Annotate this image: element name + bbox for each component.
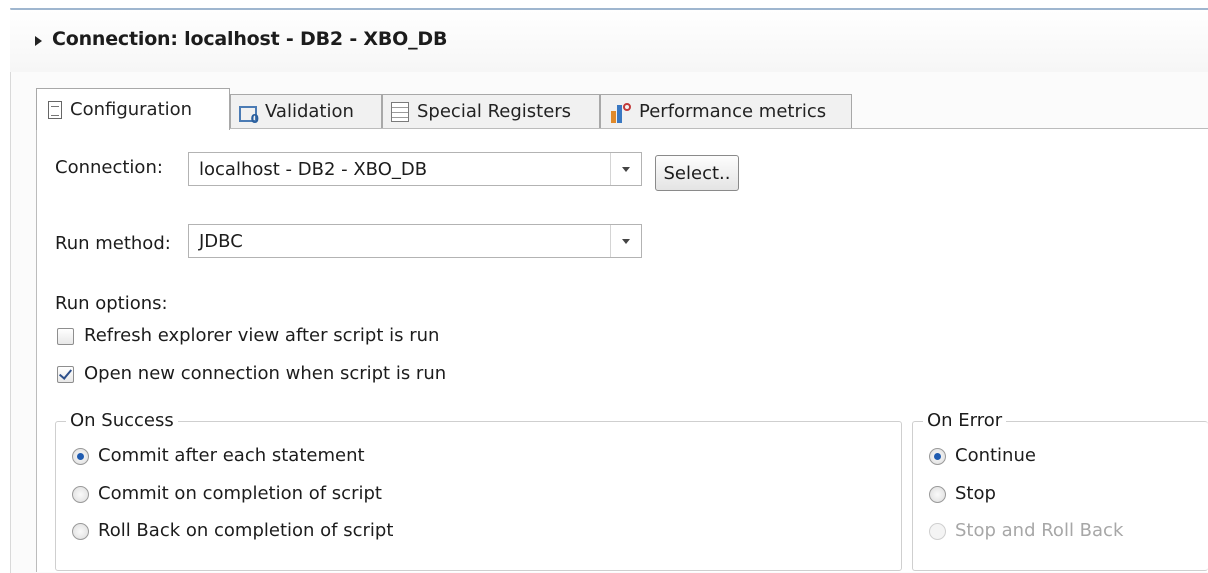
stop-radio[interactable] [929,486,946,503]
rollback-on-completion-radio[interactable] [72,523,89,540]
open-new-connection-label[interactable]: Open new connection when script is run [84,363,446,384]
on-error-legend: On Error [923,410,1007,431]
select-button[interactable]: Select.. [655,155,739,191]
commit-on-completion-radio[interactable] [72,486,89,503]
connection-title: Connection: localhost - DB2 - XBO_DB [52,28,448,50]
rollback-on-completion-label[interactable]: Roll Back on completion of script [98,520,393,541]
document-icon [48,100,62,119]
open-new-connection-checkbox[interactable] [57,366,74,383]
commit-each-statement-label[interactable]: Commit after each statement [98,445,365,466]
connection-section-header[interactable]: Connection: localhost - DB2 - XBO_DB [10,10,1208,72]
chart-icon [609,101,631,123]
continue-radio[interactable] [929,448,946,465]
tab-label: Performance metrics [639,101,827,122]
stop-label[interactable]: Stop [955,483,996,504]
refresh-explorer-checkbox[interactable] [57,328,74,345]
chevron-down-icon[interactable] [610,153,641,185]
refresh-explorer-label[interactable]: Refresh explorer view after script is ru… [84,325,439,346]
tab-label: Configuration [70,99,193,120]
stop-and-rollback-radio [929,523,946,540]
run-method-label: Run method: [55,233,171,254]
tab-configuration[interactable]: Configuration [36,88,230,130]
run-method-combo[interactable]: JDBC [188,224,642,258]
continue-label[interactable]: Continue [955,445,1036,466]
connection-combo[interactable]: localhost - DB2 - XBO_DB [188,152,642,186]
commit-on-completion-label[interactable]: Commit on completion of script [98,483,382,504]
validation-icon [239,105,259,126]
run-method-value: JDBC [199,230,243,252]
connection-label: Connection: [55,157,163,178]
expand-triangle-icon[interactable] [35,36,42,46]
tab-validation[interactable]: Validation [230,94,382,128]
tab-performance-metrics[interactable]: Performance metrics [600,94,852,128]
tab-special-registers[interactable]: Special Registers [382,94,600,128]
list-icon [391,101,409,122]
chevron-down-icon[interactable] [610,225,641,257]
stop-and-rollback-label: Stop and Roll Back [955,520,1124,541]
run-options-label: Run options: [55,293,168,314]
on-success-legend: On Success [66,410,178,431]
tab-label: Validation [265,101,354,122]
connection-value: localhost - DB2 - XBO_DB [199,158,428,180]
tab-label: Special Registers [417,101,572,122]
commit-each-statement-radio[interactable] [72,448,89,465]
